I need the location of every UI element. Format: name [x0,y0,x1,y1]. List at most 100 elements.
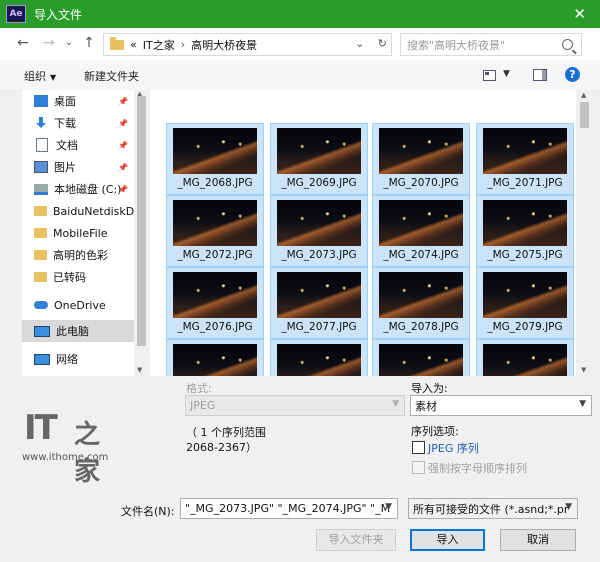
file-item[interactable]: _MG_2072.JPG [166,195,264,267]
sidebar-scrollbar[interactable]: ▲ ▼ [134,90,149,376]
ithome-logo-cn: 之家 [74,420,101,487]
document-icon [36,138,48,152]
organize-menu[interactable]: 组织 ▼ [24,68,56,84]
file-item[interactable]: _MG_2077.JPG [270,267,368,339]
navigation-bar: ← → ⌄ ↑ « IT之家 › 高明大桥夜景 ⌄ ↻ 搜索"高明大桥夜景" [0,28,600,60]
title-bar[interactable]: Ae 导入文件 ✕ [0,0,600,28]
sidebar-item-downloads[interactable]: 下载 📌 [22,112,134,134]
sidebar-item-onedrive[interactable]: OneDrive [22,294,134,316]
scrollbar-thumb[interactable] [580,102,589,128]
image-thumbnail [483,128,567,174]
chevron-down-icon: ▼ [392,399,399,409]
download-icon [34,117,48,129]
chevron-down-icon: ▼ [565,502,572,512]
force-alphabetical-checkbox[interactable] [412,461,425,474]
image-thumbnail [379,344,463,376]
file-item[interactable]: _MG_2068.JPG [166,123,264,195]
sidebar-item-transcoded[interactable]: 已转码 [22,266,134,288]
address-bar[interactable]: « IT之家 › 高明大桥夜景 ⌄ ↻ [103,33,392,56]
filetype-select[interactable]: 所有可接受的文件 (*.asnd;*.pr ▼ [408,498,578,519]
chevron-down-icon: ▼ [50,73,57,82]
file-item[interactable]: _MG_2074.JPG [372,195,470,267]
sidebar-item-colors[interactable]: 高明的色彩 [22,244,134,266]
image-thumbnail [379,128,463,174]
file-name: _MG_2071.JPG [487,177,563,189]
scrollbar-thumb[interactable] [137,96,146,346]
filename-input[interactable]: "_MG_2073.JPG" "_MG_2074.JPG" "_M ▼ [180,498,398,519]
import-as-value: 素材 [415,399,437,413]
back-arrow-icon[interactable]: ← [14,35,32,51]
breadcrumb-prefix-icon[interactable]: « [130,38,137,51]
image-thumbnail [277,128,361,174]
address-controls: ⌄ ↻ [355,37,387,50]
image-thumbnail [173,128,257,174]
recent-locations-chevron-icon[interactable]: ⌄ [60,37,78,48]
file-item[interactable]: _MG_2076.JPG [166,267,264,339]
import-button[interactable]: 导入 [410,529,485,551]
pictures-icon [34,161,48,173]
folder-icon [110,36,124,50]
image-thumbnail [277,344,361,376]
address-dropdown-icon[interactable]: ⌄ [355,37,364,50]
file-item[interactable]: _MG_2081.JPG [270,339,368,376]
search-icon[interactable] [562,39,573,50]
file-item[interactable]: _MG_2080.JPG [166,339,264,376]
image-thumbnail [173,200,257,246]
up-arrow-icon[interactable]: ↑ [80,35,98,51]
image-thumbnail [379,272,463,318]
image-thumbnail [173,272,257,318]
file-item[interactable]: _MG_2083.JPG [476,339,574,376]
sidebar-item-local-disk[interactable]: 本地磁盘 (C:) 📌 [22,178,134,200]
chevron-down-icon: ▼ [579,399,586,409]
sidebar-item-label: 高明的色彩 [53,249,108,262]
file-item[interactable]: _MG_2069.JPG [270,123,368,195]
file-item[interactable]: _MG_2070.JPG [372,123,470,195]
sidebar-item-network[interactable]: 网络 [22,348,134,370]
folder-icon [34,272,47,282]
sidebar-item-desktop[interactable]: 桌面 📌 [22,90,134,112]
file-item[interactable]: _MG_2071.JPG [476,123,574,195]
sidebar-item-this-pc[interactable]: 此电脑 [22,320,134,342]
sidebar-item-label: 桌面 [54,95,76,108]
organize-label: 组织 [24,70,46,83]
breadcrumb-item[interactable]: 高明大桥夜景 [191,37,257,53]
sidebar-item-label: MobileFile [53,226,108,240]
file-item[interactable]: _MG_2079.JPG [476,267,574,339]
help-icon[interactable]: ? [565,67,580,82]
forward-arrow-icon[interactable]: → [40,35,58,51]
sidebar-item-mobilefile[interactable]: MobileFile [22,222,134,244]
filename-value: "_MG_2073.JPG" "_MG_2074.JPG" "_M [185,502,391,515]
import-as-select[interactable]: 素材 ▼ [410,395,592,416]
sidebar-item-baidunetdisk[interactable]: BaiduNetdiskD [22,200,134,222]
file-item[interactable]: _MG_2075.JPG [476,195,574,267]
refresh-icon[interactable]: ↻ [378,37,387,50]
file-item[interactable]: _MG_2082.JPG [372,339,470,376]
image-thumbnail [277,272,361,318]
change-view-icon[interactable] [483,70,496,81]
view-options-chevron-icon[interactable]: ▼ [503,69,510,79]
import-folder-button[interactable]: 导入文件夹 [316,529,396,551]
close-icon[interactable]: ✕ [573,5,586,23]
folder-icon [34,250,47,260]
sidebar-item-pictures[interactable]: 图片 📌 [22,156,134,178]
breadcrumb-item[interactable]: IT之家 [143,37,175,53]
computer-icon [34,325,50,337]
file-item[interactable]: _MG_2073.JPG [270,195,368,267]
scroll-down-icon[interactable]: ▼ [581,366,586,374]
breadcrumb-separator-icon: › [180,38,186,51]
file-item[interactable]: _MG_2078.JPG [372,267,470,339]
file-list-scrollbar[interactable]: ▲ ▼ [576,90,593,376]
image-thumbnail [483,272,567,318]
jpeg-sequence-checkbox[interactable] [412,441,425,454]
cancel-button[interactable]: 取消 [500,529,576,551]
preview-pane-icon[interactable] [533,69,547,81]
search-input[interactable]: 搜索"高明大桥夜景" [400,33,582,56]
new-folder-button[interactable]: 新建文件夹 [84,68,139,84]
scroll-down-icon[interactable]: ▼ [137,366,142,374]
ithome-logo-text: IT [24,408,58,448]
jpeg-sequence-label[interactable]: JPEG 序列 [428,440,479,456]
sidebar-item-documents[interactable]: 文档 📌 [22,134,134,156]
chevron-down-icon[interactable]: ▼ [385,502,392,512]
format-select[interactable]: JPEG ▼ [185,395,405,416]
scroll-up-icon[interactable]: ▲ [581,91,586,99]
